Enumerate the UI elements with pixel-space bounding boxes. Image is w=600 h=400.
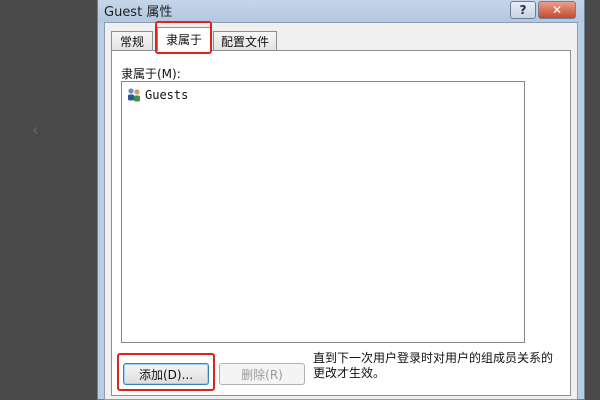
- user-group-icon: [128, 88, 140, 102]
- highlight-box-tab: [155, 21, 212, 54]
- group-list[interactable]: Guests: [121, 81, 525, 343]
- remove-button[interactable]: 删除(R): [219, 363, 305, 385]
- window-title: Guest 属性: [104, 5, 173, 20]
- title-bar: Guest 属性 ? ✕: [98, 0, 584, 22]
- membership-note: 直到下一次用户登录时对用户的组成员关系的更改才生效。: [313, 351, 554, 380]
- highlight-box-add: [117, 353, 215, 391]
- member-of-label: 隶属于(M):: [121, 67, 181, 81]
- help-button[interactable]: ?: [510, 1, 536, 19]
- properties-dialog: Guest 属性 ? ✕ 常规 隶属于 配置文件 隶属于(M): Guests …: [97, 0, 585, 400]
- dialog-body: 常规 隶属于 配置文件 隶属于(M): Guests 添加(D)... 删除(R…: [104, 21, 578, 400]
- close-button[interactable]: ✕: [538, 1, 576, 19]
- tab-general[interactable]: 常规: [111, 31, 153, 50]
- group-name: Guests: [145, 88, 189, 102]
- tab-profile[interactable]: 配置文件: [213, 31, 277, 50]
- chevron-left-icon: ‹: [32, 120, 39, 139]
- list-item[interactable]: Guests: [126, 87, 188, 103]
- remove-button-label: 删除(R): [241, 367, 283, 382]
